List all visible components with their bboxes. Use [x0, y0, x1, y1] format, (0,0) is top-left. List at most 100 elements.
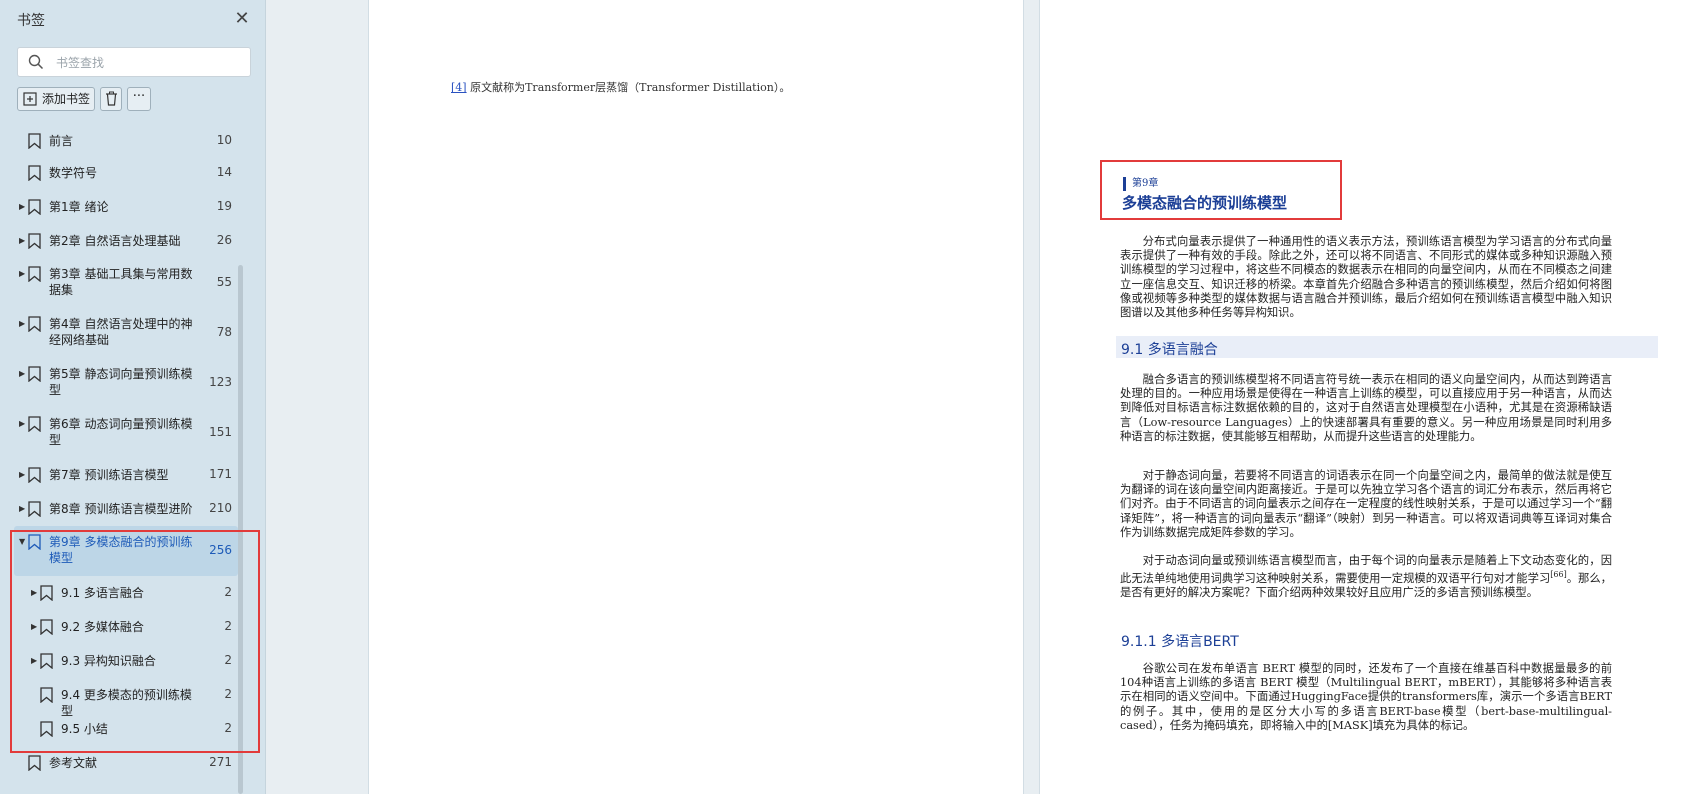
- bookmark-icon: [28, 366, 41, 382]
- bookmark-label: 第1章 绪论: [49, 200, 109, 214]
- search-icon: [28, 54, 44, 70]
- bookmark-page-number: 2: [224, 619, 232, 633]
- bookmark-item[interactable]: 参考文献 271: [0, 746, 238, 780]
- bookmark-panel: 书签 ✕ 添加书签 ··· 前言10数学符号14▶第1章 绪论19▶第2章 自然: [0, 0, 266, 794]
- bookmark-icon: [28, 266, 41, 282]
- bookmark-item[interactable]: ▶ 9.3 异构知识融合 2: [0, 644, 238, 678]
- bookmark-page-number: 26: [216, 233, 232, 247]
- trash-icon: [106, 91, 117, 106]
- add-bookmark-icon: [23, 92, 37, 106]
- bookmark-label: 9.2 多媒体融合: [61, 620, 144, 634]
- caret-right-icon[interactable]: ▶: [19, 319, 25, 328]
- subsection-title: 9.1.1 多语言BERT: [1121, 634, 1239, 650]
- bookmark-page-number: 123: [209, 375, 232, 389]
- search-input[interactable]: [54, 52, 246, 74]
- bookmark-icon: [28, 416, 41, 432]
- paragraph-3: 对于动态词向量或预训练语言模型而言，由于每个词的向量表示是随着上下文动态变化的，…: [1120, 554, 1612, 600]
- caret-right-icon[interactable]: ▶: [19, 470, 25, 479]
- close-icon[interactable]: ✕: [232, 9, 252, 29]
- more-options-button[interactable]: ···: [127, 87, 151, 111]
- caret-right-icon[interactable]: ▶: [19, 419, 25, 428]
- bookmark-item[interactable]: ▶ 第8章 预训练语言模型进阶 210: [0, 492, 238, 526]
- bookmark-label: 第6章 动态词向量预训练模型: [49, 417, 193, 447]
- paragraph-4: 谷歌公司在发布单语言 BERT 模型的同时，还发布了一个直接在维基百科中数据量最…: [1120, 662, 1612, 732]
- bookmark-icon: [28, 755, 41, 771]
- caret-right-icon[interactable]: ▶: [31, 622, 37, 631]
- bookmark-page-number: 271: [209, 755, 232, 769]
- bookmark-item[interactable]: ▶ 第1章 绪论 19: [0, 190, 238, 224]
- bookmark-label: 9.1 多语言融合: [61, 586, 144, 600]
- caret-right-icon[interactable]: ▶: [31, 588, 37, 597]
- bookmark-item[interactable]: 9.5 小结 2: [0, 712, 238, 746]
- bookmark-label: 数学符号: [49, 166, 98, 180]
- bookmark-icon: [28, 199, 41, 215]
- paragraph-2: 对于静态词向量，若要将不同语言的词语表示在同一个向量空间之内，最简单的做法就是使…: [1120, 469, 1612, 539]
- bookmark-label: 参考文献: [49, 756, 98, 770]
- caret-down-icon[interactable]: ▼: [19, 537, 25, 546]
- bookmark-icon: [28, 501, 41, 517]
- bookmark-icon: [28, 133, 41, 149]
- bookmark-item[interactable]: 数学符号 14: [0, 156, 238, 190]
- pdf-page-left: [4] 原文献称为Transformer层蒸馏（Transformer Dist…: [368, 0, 1024, 794]
- caret-right-icon[interactable]: ▶: [31, 656, 37, 665]
- chapter-tag: 第9章: [1123, 177, 1158, 191]
- bookmark-page-number: 2: [224, 721, 232, 735]
- bookmark-icon: [40, 585, 53, 601]
- caret-right-icon[interactable]: ▶: [19, 504, 25, 513]
- bookmark-label: 9.3 异构知识融合: [61, 654, 156, 668]
- bookmark-item[interactable]: ▶ 第7章 预训练语言模型 171: [0, 458, 238, 492]
- bookmark-item[interactable]: 前言 10: [0, 126, 238, 156]
- bookmark-label: 第5章 静态词向量预训练模型: [49, 367, 193, 397]
- bookmark-icon: [40, 687, 53, 703]
- bookmark-label: 第4章 自然语言处理中的神经网络基础: [49, 317, 193, 347]
- bookmark-icon: [28, 467, 41, 483]
- footnote: [4] 原文献称为Transformer层蒸馏（Transformer Dist…: [451, 79, 790, 95]
- bookmark-item[interactable]: 9.4 更多模态的预训练模型 2: [0, 678, 238, 718]
- add-bookmark-button[interactable]: 添加书签: [17, 87, 95, 111]
- panel-title: 书签: [17, 13, 45, 29]
- intro-paragraph: 分布式向量表示提供了一种通用性的语义表示方法，预训练语言模型为学习语言的分布式向…: [1120, 235, 1612, 320]
- citation[interactable]: [66]: [1550, 570, 1566, 579]
- bookmark-item[interactable]: ▶ 第2章 自然语言处理基础 26: [0, 224, 238, 258]
- bookmark-icon: [28, 233, 41, 249]
- bookmark-page-number: 55: [216, 275, 232, 289]
- bookmark-item[interactable]: ▶ 第4章 自然语言处理中的神经网络基础 78: [0, 308, 238, 358]
- bookmark-page-number: 171: [209, 467, 232, 481]
- bookmark-page-number: 210: [209, 501, 232, 515]
- bookmark-item[interactable]: ▶ 9.2 多媒体融合 2: [0, 610, 238, 644]
- caret-right-icon[interactable]: ▶: [19, 269, 25, 278]
- add-bookmark-label: 添加书签: [42, 92, 91, 106]
- caret-right-icon[interactable]: ▶: [19, 369, 25, 378]
- bookmark-page-number: 78: [216, 325, 232, 339]
- footnote-ref-link[interactable]: [4]: [451, 81, 467, 94]
- bookmark-item[interactable]: ▶ 第5章 静态词向量预训练模型 123: [0, 358, 238, 408]
- bookmark-page-number: 14: [216, 165, 232, 179]
- bookmark-page-number: 2: [224, 687, 232, 701]
- bookmark-search[interactable]: [17, 47, 251, 77]
- bookmark-item[interactable]: ▶ 9.1 多语言融合 2: [0, 576, 238, 610]
- paragraph-1: 融合多语言的预训练模型将不同语言符号统一表示在相同的语义向量空间内，从而达到跨语…: [1120, 373, 1612, 443]
- bookmark-item[interactable]: ▼ 第9章 多模态融合的预训练模型 256: [14, 526, 238, 576]
- caret-right-icon[interactable]: ▶: [19, 236, 25, 245]
- bookmark-label: 第3章 基础工具集与常用数据集: [49, 267, 193, 297]
- footnote-text: 原文献称为Transformer层蒸馏（Transformer Distilla…: [470, 81, 791, 94]
- pdf-page-right: 第9章 多模态融合的预训练模型 分布式向量表示提供了一种通用性的语义表示方法，预…: [1039, 0, 1693, 794]
- paragraph-3-text-a: 对于动态词向量或预训练语言模型而言，由于每个词的向量表示是随着上下文动态变化的，…: [1120, 554, 1612, 585]
- bookmark-item[interactable]: ▶ 第3章 基础工具集与常用数据集 55: [0, 258, 238, 308]
- scrollbar[interactable]: [238, 265, 243, 794]
- bookmark-icon: [40, 653, 53, 669]
- bookmark-icon: [28, 534, 41, 550]
- bookmark-icon: [28, 165, 41, 181]
- section-title: 9.1 多语言融合: [1121, 342, 1218, 358]
- bookmark-icon: [28, 316, 41, 332]
- bookmark-label: 9.5 小结: [61, 722, 108, 736]
- bookmark-item[interactable]: ▶ 第6章 动态词向量预训练模型 151: [0, 408, 238, 458]
- bookmark-page-number: 2: [224, 585, 232, 599]
- delete-bookmark-button[interactable]: [100, 87, 122, 111]
- bookmark-label: 第8章 预训练语言模型进阶: [49, 502, 193, 516]
- bookmark-label: 第7章 预训练语言模型: [49, 468, 169, 482]
- caret-right-icon[interactable]: ▶: [19, 202, 25, 211]
- bookmark-page-number: 2: [224, 653, 232, 667]
- bookmark-page-number: 256: [209, 543, 232, 557]
- bookmark-icon: [40, 721, 53, 737]
